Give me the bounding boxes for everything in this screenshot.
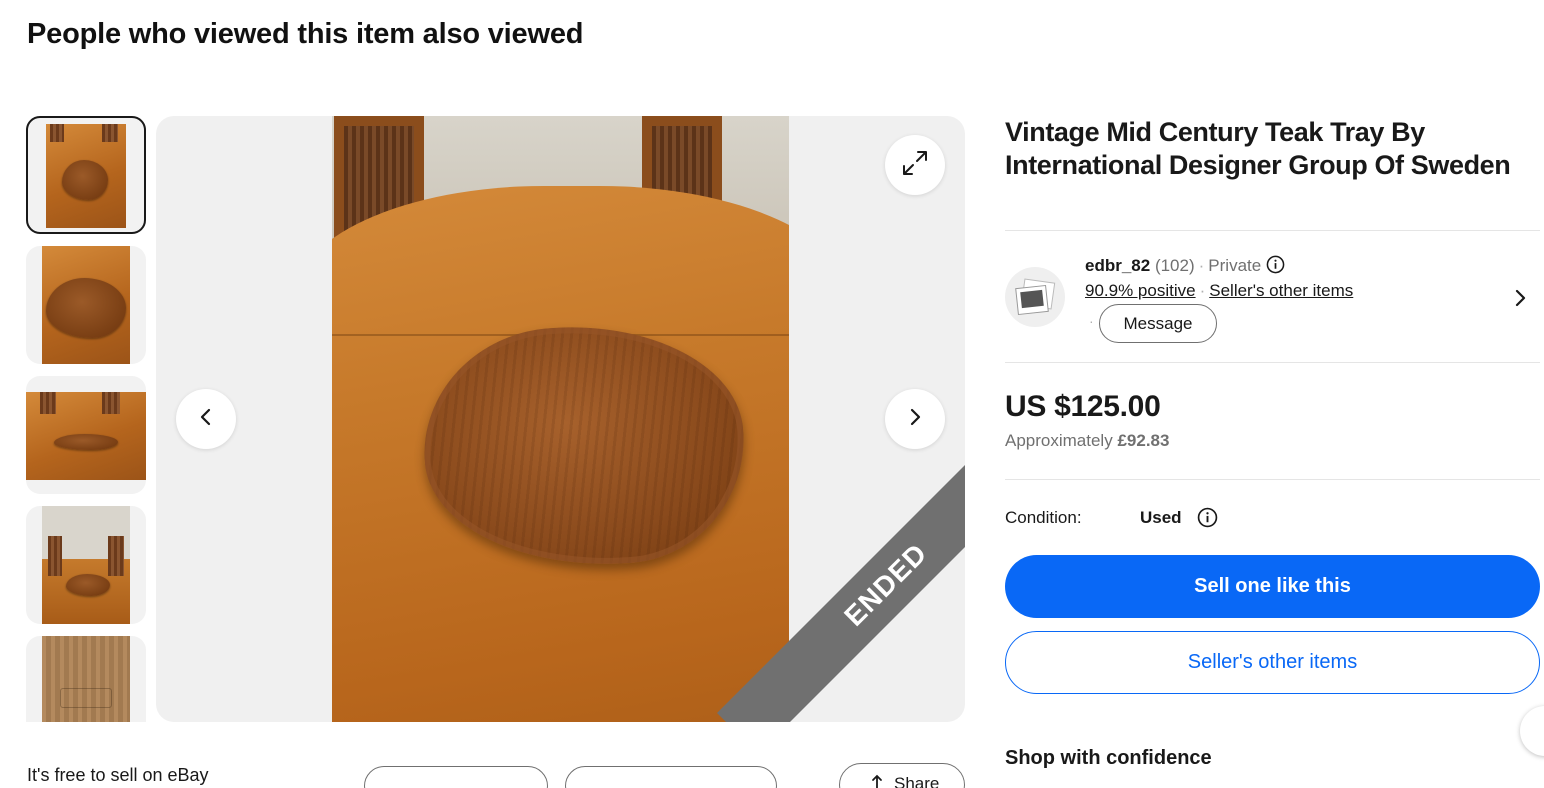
seller-avatar[interactable] xyxy=(1005,267,1065,327)
approx-value: £92.83 xyxy=(1117,431,1170,450)
thumbnail-4[interactable] xyxy=(26,506,146,624)
thumbnail-2[interactable] xyxy=(26,246,146,364)
photo-placeholder-icon xyxy=(1015,278,1056,316)
seller-links-line: 90.9% positive · Seller's other items xyxy=(1085,281,1354,300)
share-icon xyxy=(870,774,884,788)
approx-price: Approximately £92.83 xyxy=(1005,431,1169,451)
chevron-left-icon xyxy=(196,407,216,432)
condition-value: Used xyxy=(1140,508,1182,527)
previous-image-button[interactable] xyxy=(176,389,236,449)
seller-feedback-count: (102) xyxy=(1154,256,1195,275)
seller-private-label: Private xyxy=(1208,256,1262,275)
condition-label: Condition: xyxy=(1005,508,1082,527)
approx-label: Approximately xyxy=(1005,431,1113,450)
main-image-viewer[interactable]: ENDED xyxy=(156,116,965,722)
divider xyxy=(1005,479,1540,480)
seller-chevron-icon[interactable] xyxy=(1510,288,1530,313)
sellers-other-items-link[interactable]: Seller's other items xyxy=(1209,281,1353,300)
positive-feedback-link[interactable]: 90.9% positive xyxy=(1085,281,1196,300)
action-pill-1[interactable] xyxy=(364,766,548,788)
thumbnail-1[interactable] xyxy=(26,116,146,234)
thumbnail-3[interactable] xyxy=(26,376,146,494)
price: US $125.00 xyxy=(1005,390,1161,423)
action-pill-2[interactable] xyxy=(565,766,777,788)
help-button[interactable] xyxy=(1520,706,1544,756)
expand-button[interactable] xyxy=(885,135,945,195)
free-to-sell-text: It's free to sell on eBay xyxy=(27,765,209,785)
divider xyxy=(1005,362,1540,363)
message-button[interactable]: Message xyxy=(1099,304,1217,343)
share-label: Share xyxy=(894,774,940,788)
sell-one-like-this-button[interactable]: Sell one like this xyxy=(1005,555,1540,618)
section-heading: People who viewed this item also viewed xyxy=(27,18,584,50)
listing-title: Vintage Mid Century Teak Tray By Interna… xyxy=(1005,117,1511,180)
chevron-right-icon xyxy=(905,407,925,432)
expand-icon xyxy=(900,148,930,183)
sellers-other-items-button[interactable]: Seller's other items xyxy=(1005,631,1540,694)
product-photo xyxy=(332,116,789,722)
share-button[interactable]: Share xyxy=(839,763,965,788)
seller-username[interactable]: edbr_82 xyxy=(1085,256,1150,275)
thumbnail-strip xyxy=(26,116,146,722)
thumbnail-5[interactable] xyxy=(26,636,146,722)
condition-info-icon[interactable] xyxy=(1197,507,1218,533)
divider xyxy=(1005,230,1540,231)
shop-with-confidence-heading: Shop with confidence xyxy=(1005,747,1212,769)
info-icon[interactable] xyxy=(1266,255,1285,279)
seller-info-line: edbr_82 (102) · Private xyxy=(1085,255,1285,279)
next-image-button[interactable] xyxy=(885,389,945,449)
